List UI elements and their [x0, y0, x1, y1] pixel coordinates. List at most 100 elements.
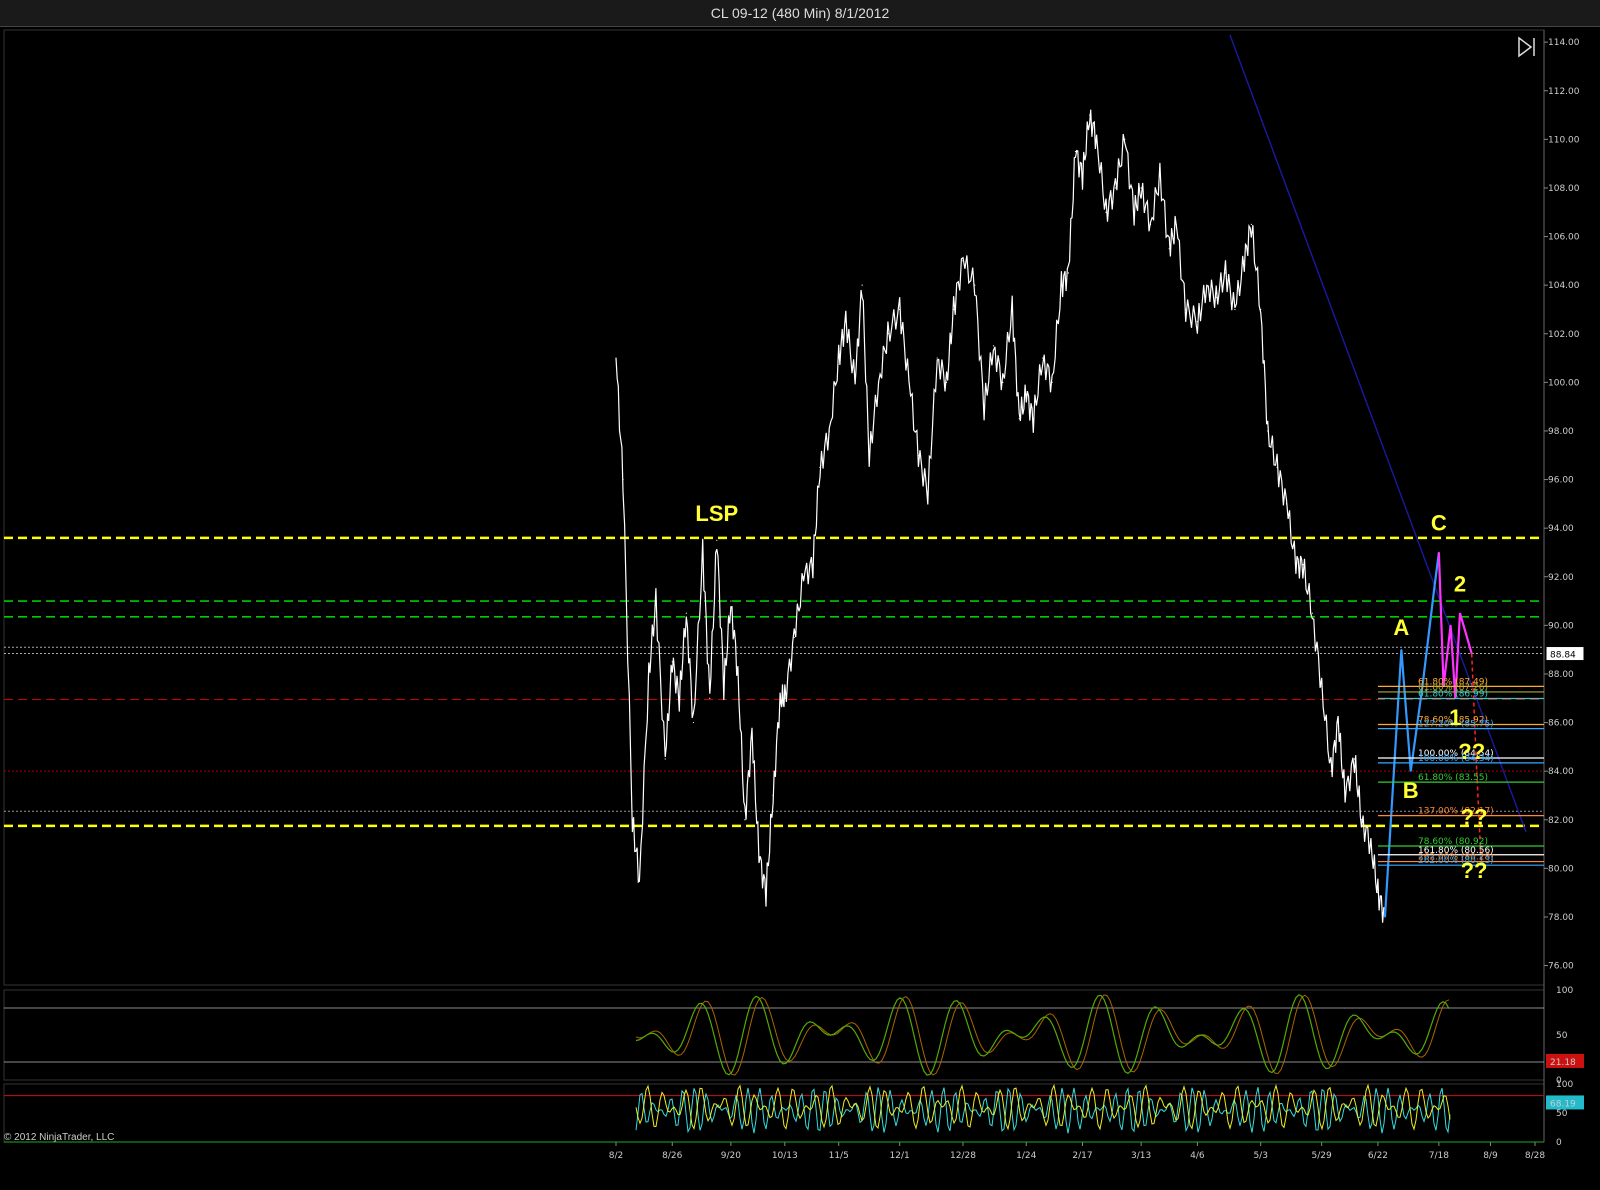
price-point [1140, 187, 1142, 189]
price-point [1410, 770, 1412, 772]
scroll-to-end-icon[interactable] [1516, 36, 1538, 58]
price-point [1438, 551, 1440, 554]
price-point [1377, 892, 1379, 894]
price-point [1025, 393, 1027, 396]
y-tick-label: 90.00 [1548, 621, 1574, 631]
annotation-label: B [1403, 778, 1419, 803]
price-point [1124, 138, 1126, 140]
price-point [1185, 308, 1187, 311]
price-point [631, 819, 634, 821]
price-point [779, 697, 781, 699]
last-price-label: 88.84 [1550, 651, 1576, 661]
fib-label: 61.80% (86.99) [1418, 690, 1488, 700]
y-tick-label: 98.00 [1548, 427, 1574, 437]
annotation-label: ?? [1461, 805, 1488, 830]
price-point [868, 454, 870, 456]
x-tick-label: 5/3 [1253, 1151, 1267, 1161]
price-point [1196, 321, 1199, 323]
price-point [1175, 223, 1177, 226]
price-point [1337, 721, 1339, 724]
price-point [887, 333, 889, 335]
price-point [793, 636, 795, 639]
y-tick-label: 78.00 [1548, 913, 1574, 923]
price-point [812, 564, 814, 566]
price-point [861, 284, 863, 286]
price-point [1206, 284, 1208, 286]
price-point [917, 454, 920, 456]
stoch-value-label: 21.18 [1550, 1058, 1576, 1068]
chart-canvas[interactable]: 114.00 112.00 110.00 108.00 106.00 104.00 102.… [0, 0, 1600, 1190]
price-point [927, 491, 929, 493]
price-point [1243, 260, 1245, 262]
stochastics-panel [3, 989, 1545, 1081]
price-point [692, 721, 694, 724]
osc-tick-label: 50 [1556, 1109, 1568, 1119]
price-point [802, 576, 805, 578]
y-tick-label: 100.00 [1548, 378, 1580, 388]
price-point [1450, 624, 1452, 626]
price-point [1114, 187, 1116, 189]
annotation-label: LSP [695, 501, 738, 526]
price-point [899, 308, 901, 311]
price-point [1133, 211, 1135, 213]
trendline [1229, 34, 1527, 833]
stoch-signal-line [635, 994, 1450, 1076]
price-point [1168, 248, 1170, 250]
price-point [1330, 770, 1332, 772]
y-tick-label: 88.00 [1548, 670, 1574, 680]
price-point [730, 600, 732, 602]
x-tick-label: 4/6 [1190, 1151, 1205, 1161]
price-point [1433, 588, 1435, 590]
copyright-text: © 2012 NinjaTrader, LLC [4, 1132, 115, 1143]
x-tick-label: 8/28 [1525, 1151, 1545, 1161]
annotation-label: 1 [1449, 705, 1461, 730]
price-point [1060, 284, 1063, 286]
price-point [1224, 272, 1227, 274]
stoch-tick-label: 50 [1556, 1031, 1568, 1041]
price-point [1360, 819, 1363, 821]
osc-tick-label: 100 [1556, 1080, 1573, 1090]
price-point [1295, 564, 1297, 566]
price-point [744, 819, 746, 821]
y-tick-label: 76.00 [1548, 962, 1574, 972]
price-point [1400, 649, 1402, 651]
price-point [685, 612, 687, 614]
price-point [765, 892, 767, 894]
y-tick-label: 82.00 [1548, 816, 1574, 826]
price-point [962, 260, 964, 262]
price-point [737, 673, 739, 675]
price-point [838, 357, 840, 359]
price-point [1260, 308, 1262, 311]
price-point [1042, 357, 1044, 359]
price-point [772, 794, 774, 797]
price-point [952, 308, 955, 311]
x-tick-label: 9/20 [721, 1151, 741, 1161]
price-point [758, 855, 760, 857]
price-point [1311, 612, 1313, 614]
price-point [1095, 138, 1098, 140]
x-tick-label: 8/2 [609, 1151, 623, 1161]
price-point [877, 381, 880, 383]
price-point [908, 381, 910, 383]
price-point [1051, 381, 1053, 383]
y-tick-label: 110.00 [1548, 135, 1580, 145]
x-tick-label: 3/13 [1131, 1151, 1151, 1161]
price-point [622, 478, 624, 481]
x-tick-label: 11/5 [829, 1151, 849, 1161]
price-point [655, 600, 657, 602]
y-tick-label: 84.00 [1548, 767, 1574, 777]
price-point [1459, 612, 1461, 614]
y-tick-label: 92.00 [1548, 573, 1574, 583]
y-tick-label: 102.00 [1548, 330, 1580, 340]
price-point [1370, 843, 1372, 845]
price-point [854, 381, 856, 383]
annotation-label: 2 [1454, 571, 1466, 596]
x-tick-label: 1/24 [1016, 1151, 1036, 1161]
price-point [936, 357, 938, 359]
stoch-main-line [635, 993, 1450, 1076]
price-point [1067, 272, 1070, 274]
y-tick-label: 104.00 [1548, 281, 1580, 291]
osc-value-label: 68.19 [1550, 1099, 1576, 1109]
price-point [638, 879, 641, 882]
price-point [678, 697, 680, 699]
